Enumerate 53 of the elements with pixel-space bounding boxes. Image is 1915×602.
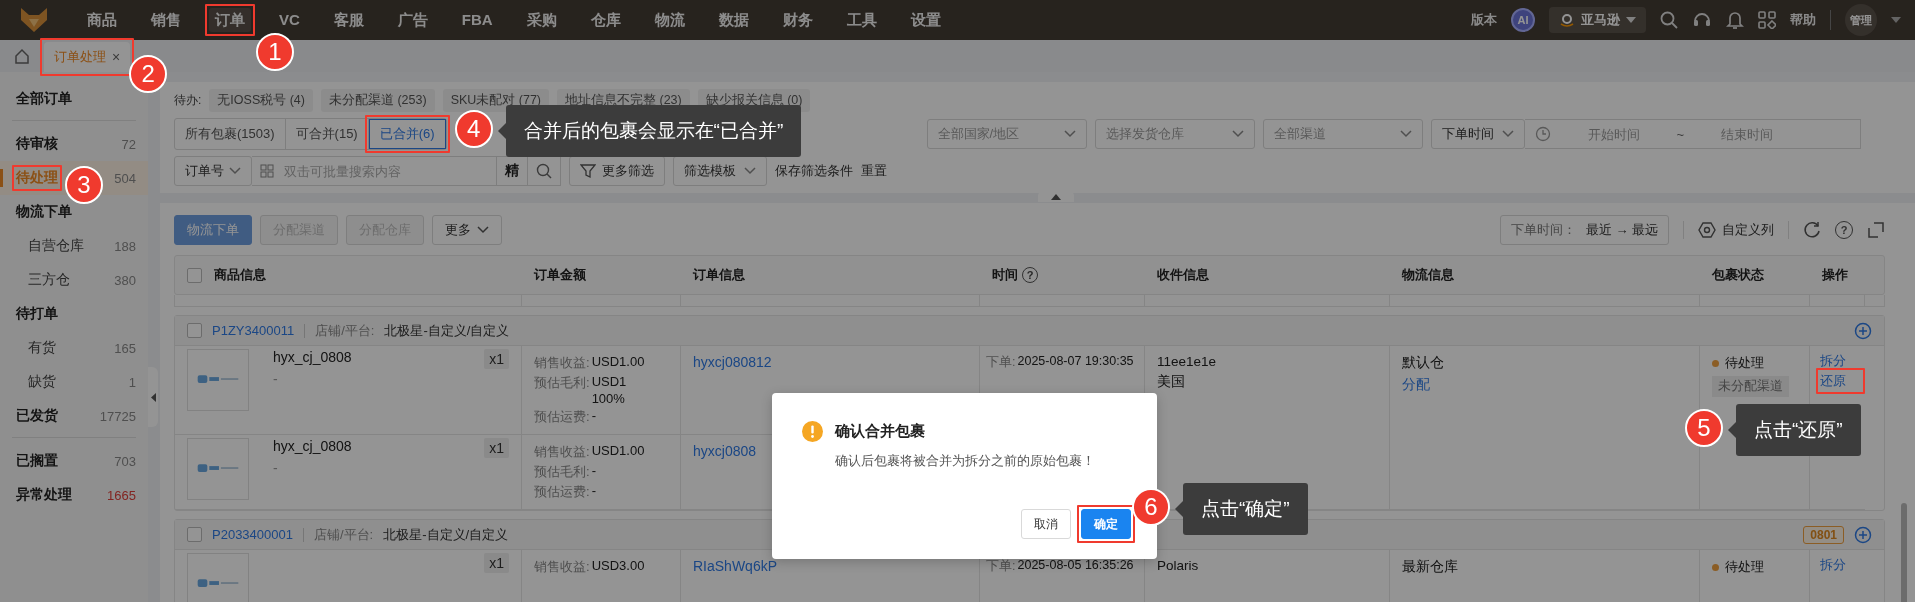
column-header: 包裹状态 [1712, 266, 1764, 284]
order-time: 2025-08-05 16:35:26 [1017, 558, 1134, 572]
quantity: x1 [484, 553, 509, 573]
step-tooltip: 点击“还原” [1728, 404, 1861, 456]
product-name: hyx_cj_0808 [273, 349, 353, 365]
shop-name: 北极星-自定义/自定义 [383, 525, 509, 544]
shop-label: 店铺/平台: [315, 321, 375, 340]
dialog-message: 确认后包裹将被合并为拆分之前的原始包裹！ [835, 452, 1096, 470]
amount-value: USD1.00 [591, 354, 645, 369]
amount-value: USD1 [591, 374, 627, 389]
recipient-info: Polaris [1157, 558, 1200, 573]
column-header: 物流信息 [1402, 266, 1454, 284]
amount-label: 销售收益: [534, 558, 590, 576]
product-sku: - [273, 460, 279, 476]
amount-label: 预估运费: [534, 483, 590, 501]
column-header: 订单信息 [693, 266, 745, 284]
amount-value: - [591, 463, 596, 478]
amount-label: 预估毛利: [534, 374, 590, 392]
product-sku: - [273, 371, 279, 387]
shop-label: 店铺/平台: [314, 525, 374, 544]
order-time: 2025-08-07 19:30:35 [1017, 354, 1134, 368]
range-separator: ~ [1676, 126, 1685, 142]
amount-value: USD3.00 [591, 558, 645, 573]
column-header: 收件信息 [1157, 266, 1209, 284]
warehouse-name: 最新仓库 [1402, 558, 1459, 576]
column-header: 时间 [992, 266, 1018, 284]
amount-value: - [591, 483, 596, 498]
amount-label: 销售收益: [534, 354, 590, 372]
amount-label: 预估运费: [534, 408, 590, 426]
quantity: x1 [484, 349, 509, 369]
recipient-info: 11ee1e1e [1157, 354, 1218, 369]
time-label: 下单: [986, 354, 1016, 371]
product-name: hyx_cj_0808 [273, 438, 353, 454]
column-header: 订单金额 [534, 266, 586, 284]
dialog-title: 确认合并包裹 [835, 422, 925, 441]
status-text: 待处理 [1725, 558, 1764, 576]
shop-name: 北极星-自定义/自定义 [384, 321, 510, 340]
time-label: 下单: [986, 558, 1016, 575]
step-tooltip: 点击“确定” [1175, 483, 1308, 535]
recipient-info: 美国 [1157, 373, 1186, 391]
column-header: 商品信息 [214, 266, 266, 284]
amount-value: - [591, 408, 596, 423]
todo-label: 待办: [174, 92, 202, 109]
amount-label: 销售收益: [534, 443, 590, 461]
amount-value: USD1.00 [591, 443, 645, 458]
status-text: 待处理 [1725, 354, 1764, 372]
column-header: 操作 [1822, 266, 1848, 284]
status-tag: 未分配渠道 [1712, 376, 1789, 397]
warehouse-name: 默认仓 [1402, 354, 1445, 372]
amount-value: 100% [591, 391, 626, 406]
package-tag: 0801 [1803, 525, 1844, 544]
quantity: x1 [484, 438, 509, 458]
amount-label: 预估毛利: [534, 463, 590, 481]
